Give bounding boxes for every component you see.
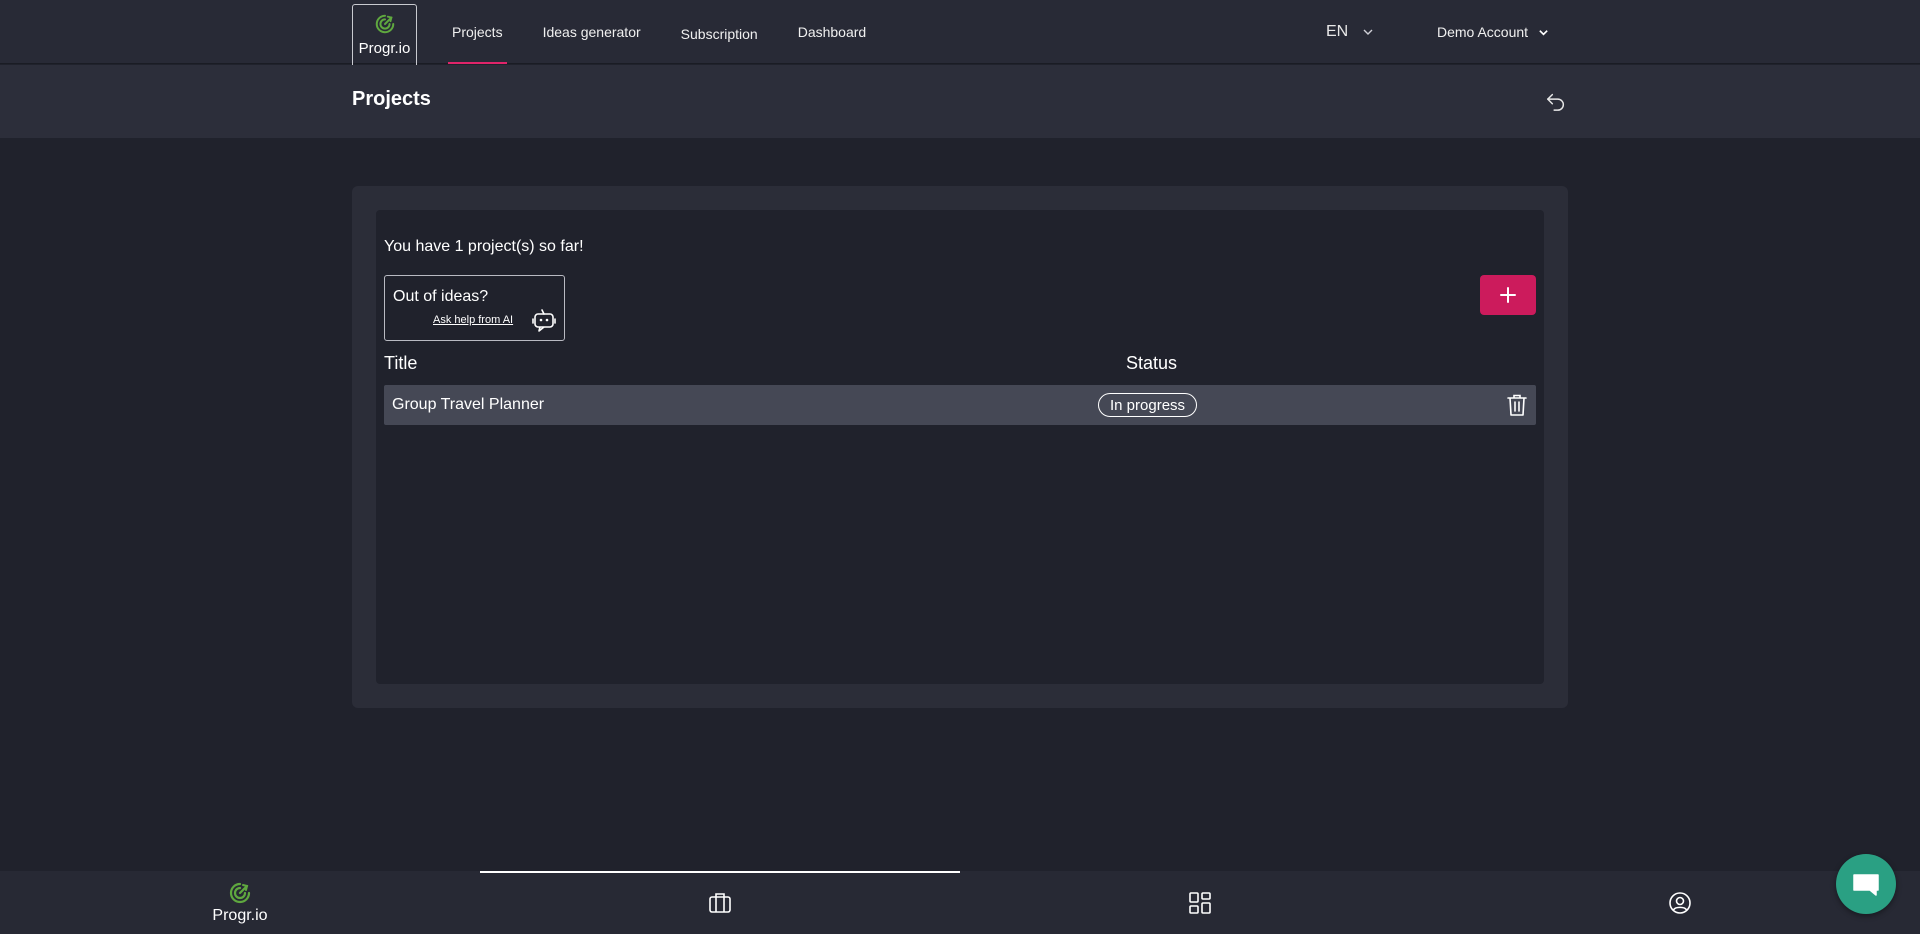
account-name: Demo Account — [1437, 24, 1529, 40]
briefcase-icon[interactable] — [708, 891, 732, 915]
page-header: Projects — [0, 65, 1920, 138]
table-row[interactable]: Group Travel Planner In progress — [384, 385, 1536, 425]
ask-ai-link[interactable]: Ask help from AI — [433, 314, 513, 326]
brand-name: Progr.io — [358, 40, 411, 57]
page-title: Projects — [352, 88, 431, 110]
logo-icon — [229, 882, 251, 904]
status-badge: In progress — [1098, 393, 1198, 417]
nav-ideas-generator[interactable]: Ideas generator — [543, 0, 641, 64]
top-navbar: Progr.io Projects Ideas generator Subscr… — [0, 0, 1920, 68]
nav-dashboard[interactable]: Dashboard — [798, 0, 867, 64]
language-selector[interactable]: EN — [1326, 20, 1374, 44]
logo-icon — [375, 14, 394, 34]
active-tab-indicator — [480, 871, 960, 873]
user-circle-icon[interactable] — [1668, 891, 1692, 915]
chat-icon — [1853, 874, 1879, 896]
projects-panel: You have 1 project(s) so far! Out of ide… — [352, 186, 1568, 708]
brand-logo[interactable]: Progr.io — [352, 4, 417, 68]
bottom-nav-brand: Progr.io — [212, 907, 268, 924]
language-label: EN — [1326, 23, 1349, 40]
grid-icon[interactable] — [1188, 891, 1212, 915]
column-header-status: Status — [1126, 353, 1178, 373]
nav-subscription[interactable]: Subscription — [681, 0, 758, 64]
main-nav: Projects Ideas generator Subscription Da… — [448, 0, 906, 64]
chevron-down-icon — [1363, 29, 1373, 35]
project-title[interactable]: Group Travel Planner — [392, 396, 544, 414]
account-menu[interactable]: Demo Account — [1437, 20, 1549, 44]
ideas-title: Out of ideas? — [393, 288, 489, 305]
undo-icon[interactable] — [1545, 90, 1567, 112]
trash-icon[interactable] — [1506, 393, 1528, 417]
project-count-text: You have 1 project(s) so far! — [384, 238, 584, 255]
projects-content: You have 1 project(s) so far! Out of ide… — [376, 210, 1544, 684]
nav-projects[interactable]: Projects — [448, 0, 507, 64]
column-header-title: Title — [384, 353, 418, 373]
bottom-nav: Progr.io — [0, 871, 1920, 934]
robot-chat-icon[interactable] — [532, 308, 556, 332]
chevron-down-icon — [1539, 29, 1548, 36]
plus-icon — [1500, 287, 1516, 303]
ideas-card: Out of ideas? Ask help from AI — [384, 275, 565, 341]
chat-button[interactable] — [1836, 854, 1896, 914]
bottom-nav-home[interactable]: Progr.io — [212, 881, 268, 925]
add-project-button[interactable] — [1480, 275, 1536, 315]
